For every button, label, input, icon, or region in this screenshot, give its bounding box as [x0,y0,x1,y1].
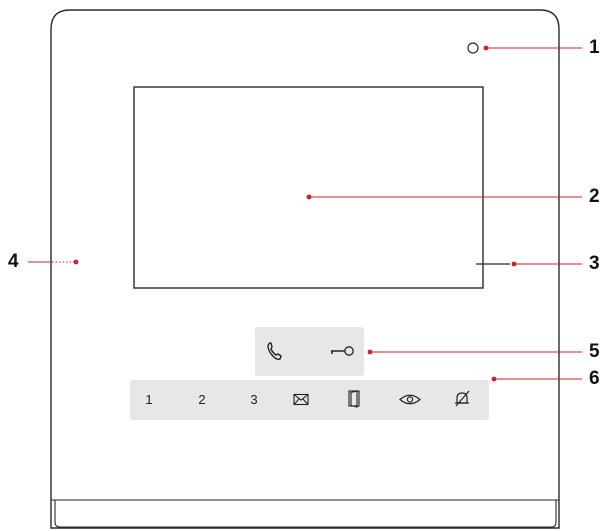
callout-number-3: 3 [589,253,600,274]
button-2[interactable]: 2 [194,393,210,406]
button-panel: 1 2 3 [130,380,489,420]
callout-number-2: 2 [589,186,600,207]
screen [133,86,484,289]
callout-number-1: 1 [589,37,600,58]
handset-icon[interactable] [266,341,284,361]
eye-icon[interactable] [399,393,421,406]
key-icon[interactable] [329,344,355,358]
device-bottom-bezel [51,499,559,528]
leader-dot-1 [483,45,489,51]
leader-dot-3 [511,261,517,267]
leader-dot-6 [491,376,497,382]
button-3[interactable]: 3 [246,393,262,406]
call-panel [255,327,364,376]
leader-dot-2 [306,194,312,200]
callout-number-4: 4 [8,251,19,272]
device-diagram [28,9,582,529]
button-1[interactable]: 1 [141,393,157,406]
door-icon[interactable] [348,390,360,408]
bell-mute-icon[interactable] [453,389,471,408]
camera-lens [467,42,479,54]
callout-number-6: 6 [589,368,600,389]
leader-dot-5 [367,349,373,355]
envelope-icon[interactable] [293,393,309,406]
leader-dot-4 [73,259,79,265]
callout-number-5: 5 [589,341,600,362]
